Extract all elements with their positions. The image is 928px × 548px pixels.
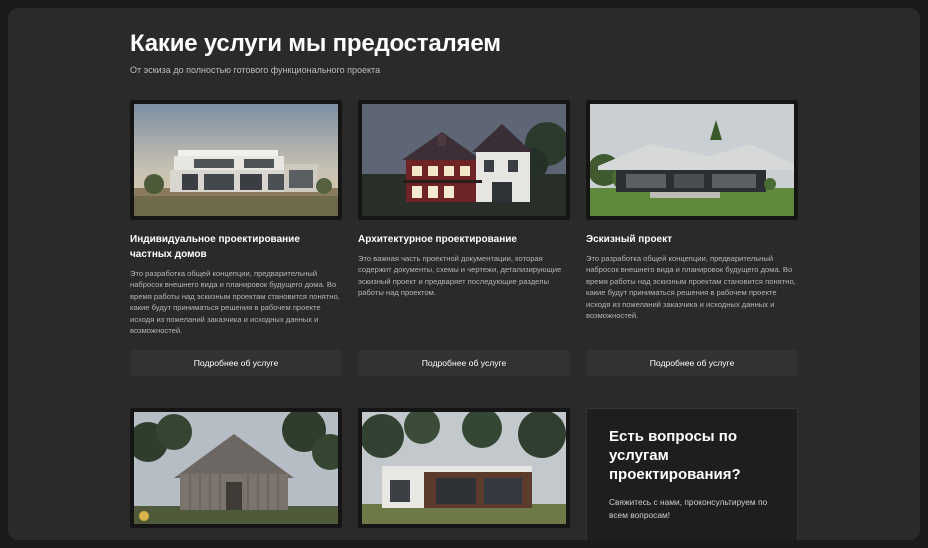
service-description: Это разработка общей концепции, предвари…: [586, 254, 796, 321]
barn-house-illustration: [134, 412, 338, 524]
service-image-modern-villa[interactable]: [130, 100, 342, 220]
cta-question: Есть вопросы по услугам проектирования?: [609, 428, 741, 483]
flat-house-illustration: [362, 412, 566, 524]
service-card-flat-house: [358, 408, 570, 528]
gable-house-illustration: [362, 104, 566, 216]
service-card-sketch-project: Эскизный проект Это разработка общей кон…: [586, 100, 798, 321]
service-image-gable-house[interactable]: [358, 100, 570, 220]
contact-cta-card: Есть вопросы по услугам проектирования? …: [586, 408, 798, 540]
service-card-private-houses: Индивидуальное проектирование частных до…: [130, 100, 342, 336]
service-details-button[interactable]: Подробнее об услуге: [130, 350, 342, 376]
service-image-flat-house[interactable]: [358, 408, 570, 528]
section-subtitle: От эскиза до полностью готового функцион…: [130, 65, 381, 75]
service-description: Это важная часть проектной документации,…: [358, 254, 562, 298]
service-card-barn-house: [130, 408, 342, 528]
wide-roof-house-illustration: [590, 104, 794, 216]
cta-text: Свяжитесь с нами, проконсультируем по вс…: [609, 497, 768, 520]
modern-villa-illustration: [134, 104, 338, 216]
service-description: Это разработка общей концепции, предвари…: [130, 269, 340, 336]
service-details-button[interactable]: Подробнее об услуге: [586, 350, 798, 376]
service-image-wide-roof-house[interactable]: [586, 100, 798, 220]
service-card-architectural-design: Архитектурное проектирование Это важная …: [358, 100, 570, 299]
service-details-button[interactable]: Подробнее об услуге: [358, 350, 570, 376]
services-section: Какие услуги мы предосталяем От эскиза д…: [8, 8, 920, 540]
service-title: Архитектурное проектирование: [358, 234, 517, 245]
section-title: Какие услуги мы предосталяем: [130, 30, 501, 57]
service-title: Эскизный проект: [586, 234, 673, 245]
service-title: Индивидуальное проектирование частных до…: [130, 234, 300, 260]
service-image-barn-house[interactable]: [130, 408, 342, 528]
